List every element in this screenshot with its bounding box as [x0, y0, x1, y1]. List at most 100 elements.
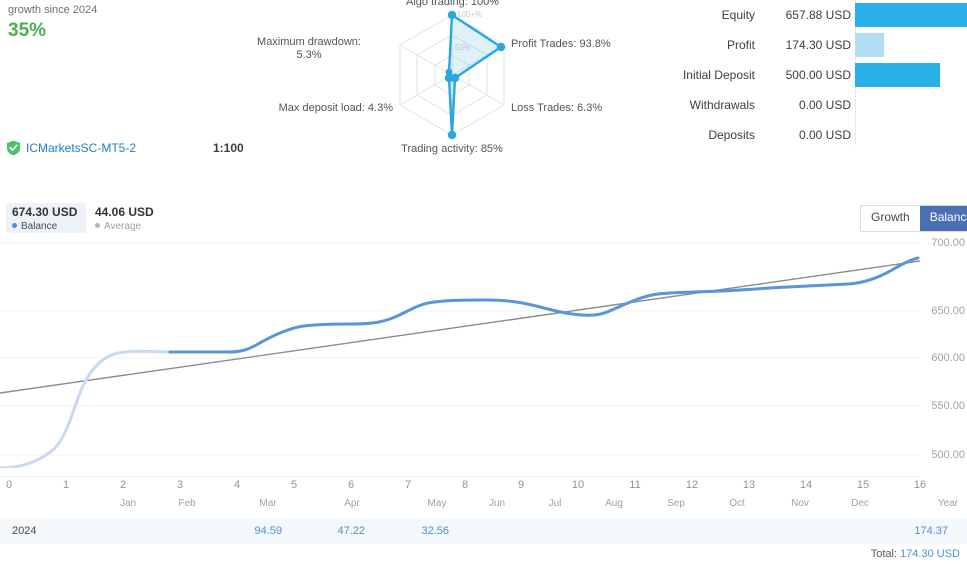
- xmonth-dec: Dec: [851, 498, 869, 509]
- legend-balance[interactable]: 674.30 USD Balance: [6, 203, 86, 233]
- stat-row-profit: Profit 174.30 USD: [660, 30, 967, 60]
- stat-value-equity: 657.88 USD: [785, 8, 851, 22]
- xmonth-feb: Feb: [178, 498, 196, 509]
- stat-label-profit: Profit: [726, 38, 755, 52]
- total-amount: 174.30 USD: [900, 548, 960, 560]
- xtick-7: 7: [404, 479, 412, 491]
- growth-value: 35%: [8, 20, 47, 41]
- xtick-9: 9: [517, 479, 525, 491]
- growth-summary: growth since 2024 35%: [8, 3, 97, 43]
- total-footer: Total: 174.30 USD: [0, 548, 960, 566]
- tab-balance[interactable]: Balance: [919, 206, 967, 231]
- radar-label-max-deposit-load: Max deposit load: 4.3%: [278, 102, 393, 114]
- growth-label: growth since 2024: [8, 4, 98, 16]
- xmonth-oct: Oct: [729, 498, 745, 509]
- legend-balance-name: Balance: [12, 220, 80, 233]
- xtick-12: 12: [685, 479, 699, 491]
- radar-label-trading-activity: Trading activity: 85%: [401, 143, 503, 155]
- xtick-15: 15: [856, 479, 870, 491]
- xmonth-sep: Sep: [667, 498, 685, 509]
- stat-bar-initial-deposit: [855, 63, 940, 87]
- radar-label-maximum-drawdown: Maximum drawdown: 5.3%: [257, 36, 361, 61]
- xtick-8: 8: [461, 479, 469, 491]
- xtick-0: 0: [5, 479, 13, 491]
- chart-mode-tabs[interactable]: Growth Balance: [860, 205, 967, 232]
- stat-label-initial-deposit: Initial Deposit: [682, 68, 755, 82]
- radar-label-profit-trades: Profit Trades: 93.8%: [511, 38, 611, 50]
- ytick-700: 700.00: [931, 237, 965, 249]
- xmonth-may: May: [427, 498, 447, 509]
- xtick-6: 6: [347, 479, 355, 491]
- legend-average-name: Average: [95, 220, 185, 233]
- xtick-11: 11: [629, 479, 641, 491]
- year-label: 2024: [12, 525, 37, 537]
- tab-growth[interactable]: Growth: [861, 206, 920, 231]
- stat-row-withdrawals: Withdrawals 0.00 USD: [660, 90, 967, 120]
- radar-label-loss-trades: Loss Trades: 6.3%: [511, 102, 603, 114]
- radar-label-algo-trading: Algo trading: 100%: [406, 0, 499, 8]
- ytick-650: 650.00: [931, 305, 965, 317]
- stat-bar-equity: [855, 3, 967, 27]
- xtick-4: 4: [233, 479, 241, 491]
- balance-chart: 700.00 650.00 600.00 550.00 500.00: [0, 236, 967, 476]
- year-summary-row: 2024 94.59 47.22 32.56 174.37: [0, 518, 967, 544]
- total-label: Total:: [870, 548, 897, 560]
- xtick-1: 1: [62, 479, 70, 491]
- xmonth-apr: Apr: [344, 498, 360, 509]
- stat-bar-profit: [855, 33, 884, 57]
- chart-series-average: [0, 260, 920, 394]
- leverage-value: 1:100: [213, 141, 244, 155]
- stat-bar-track-deposits: [855, 123, 967, 147]
- x-axis-line: [0, 476, 920, 477]
- ytick-500: 500.00: [931, 449, 965, 461]
- broker-name[interactable]: ICMarketsSC-MT5-2: [26, 138, 136, 158]
- legend-dot-balance-icon: [12, 223, 17, 228]
- xmonth-aug: Aug: [605, 498, 623, 509]
- stat-bar-track-equity: [855, 3, 967, 27]
- stat-label-equity: Equity: [721, 8, 755, 22]
- legend-dot-average-icon: [95, 223, 100, 228]
- stat-row-deposits: Deposits 0.00 USD: [660, 120, 967, 150]
- xmonth-mar: Mar: [259, 498, 277, 509]
- xtick-13: 13: [742, 479, 756, 491]
- stat-value-profit: 174.30 USD: [785, 38, 851, 52]
- stat-label-withdrawals: Withdrawals: [689, 98, 755, 112]
- stat-value-withdrawals: 0.00 USD: [798, 98, 851, 112]
- legend-average[interactable]: 44.06 USD Average: [95, 203, 185, 233]
- xtick-10: 10: [571, 479, 585, 491]
- stat-row-equity: Equity 657.88 USD: [660, 0, 967, 30]
- chart-series-balance-faded: [0, 349, 172, 468]
- account-stats-panel: Equity 657.88 USD Profit 174.30 USD Init…: [660, 0, 967, 150]
- stat-row-initial-deposit: Initial Deposit 500.00 USD: [660, 60, 967, 90]
- ytick-600: 600.00: [931, 352, 965, 364]
- legend-average-text: Average: [104, 221, 142, 232]
- radar-ring-label-50: 50%: [455, 43, 472, 52]
- xtick-14: 14: [799, 479, 813, 491]
- legend-balance-value: 674.30 USD: [12, 205, 78, 219]
- xmonth-jun: Jun: [488, 498, 506, 509]
- stat-bar-track-initial-deposit: [855, 63, 967, 87]
- xmonth-jan: Jan: [119, 498, 137, 509]
- legend-balance-text: Balance: [21, 221, 58, 232]
- xtick-16: 16: [913, 479, 927, 491]
- xmonth-nov: Nov: [791, 498, 809, 509]
- xmonth-year: Year: [937, 498, 959, 509]
- balance-chart-svg: [0, 242, 920, 468]
- year-total-value: 174.37: [914, 525, 948, 537]
- xtick-5: 5: [290, 479, 298, 491]
- ytick-550: 550.00: [931, 400, 965, 412]
- year-month-value-apr: 47.22: [337, 525, 365, 537]
- chart-x-axis: 0 1 2 3 4 5 6 7 8 9 10 11 12 13 14 15 16…: [0, 476, 967, 514]
- xtick-2: 2: [119, 479, 127, 491]
- account-info-row: ICMarketsSC-MT5-2 1:100: [0, 138, 400, 160]
- stat-label-deposits: Deposits: [708, 128, 755, 142]
- chart-series-balance: [168, 256, 920, 354]
- stat-value-initial-deposit: 500.00 USD: [785, 68, 851, 82]
- radar-ring-label-100: 100+%: [457, 10, 483, 19]
- chart-gridlines: [0, 242, 920, 456]
- year-month-value-mar: 94.59: [254, 525, 282, 537]
- xtick-3: 3: [176, 479, 184, 491]
- xmonth-jul: Jul: [548, 498, 562, 509]
- stat-value-deposits: 0.00 USD: [798, 128, 851, 142]
- legend-average-value: 44.06 USD: [95, 205, 154, 219]
